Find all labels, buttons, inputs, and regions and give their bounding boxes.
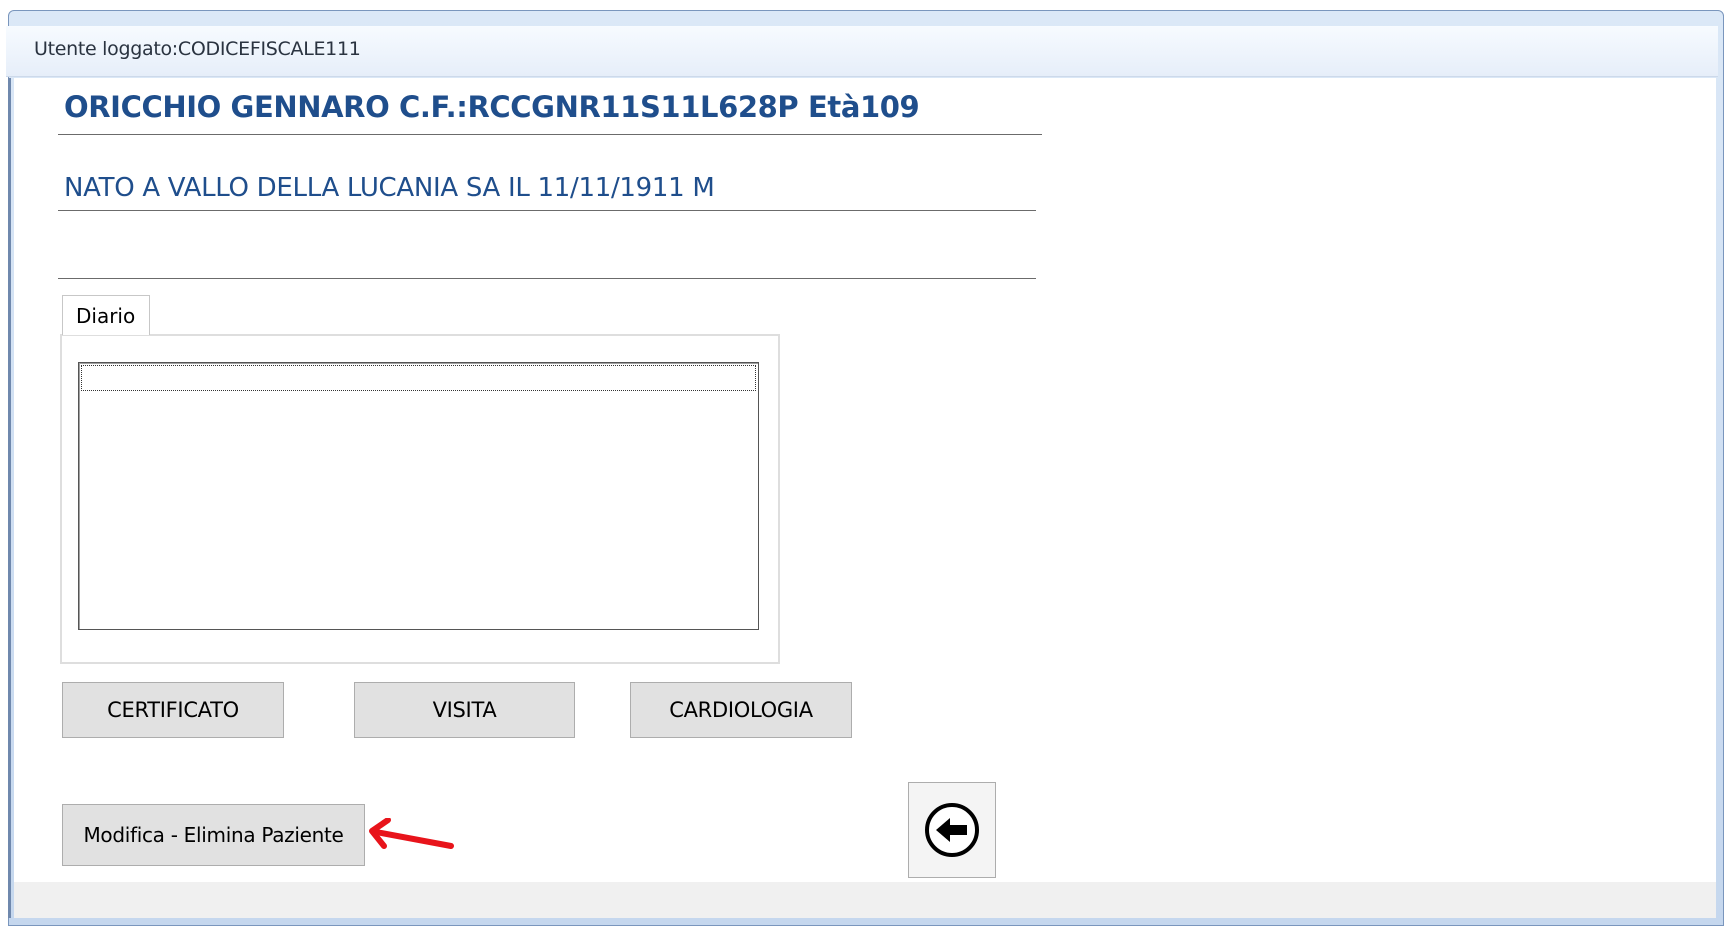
visita-button[interactable]: VISITA <box>354 682 575 738</box>
divider <box>58 134 1042 135</box>
list-item-focused[interactable] <box>81 365 756 391</box>
certificato-button[interactable]: CERTIFICATO <box>62 682 284 738</box>
cardiologia-button[interactable]: CARDIOLOGIA <box>630 682 852 738</box>
patient-birth-info: NATO A VALLO DELLA LUCANIA SA IL 11/11/1… <box>64 173 715 203</box>
patient-title: ORICCHIO GENNARO C.F.:RCCGNR11S11L628P E… <box>64 90 920 124</box>
tab-diario[interactable]: Diario <box>62 295 150 335</box>
back-arrow-icon <box>925 803 979 857</box>
red-arrow-annotation <box>369 818 454 849</box>
status-strip <box>14 882 1716 918</box>
diario-list[interactable] <box>78 362 759 630</box>
divider <box>58 278 1036 279</box>
divider <box>58 210 1036 211</box>
modifica-elimina-paziente-button[interactable]: Modifica - Elimina Paziente <box>62 804 365 866</box>
window-left-border <box>8 78 11 918</box>
back-button[interactable] <box>908 782 996 878</box>
window-title: Utente loggato:CODICEFISCALE111 <box>34 38 361 60</box>
